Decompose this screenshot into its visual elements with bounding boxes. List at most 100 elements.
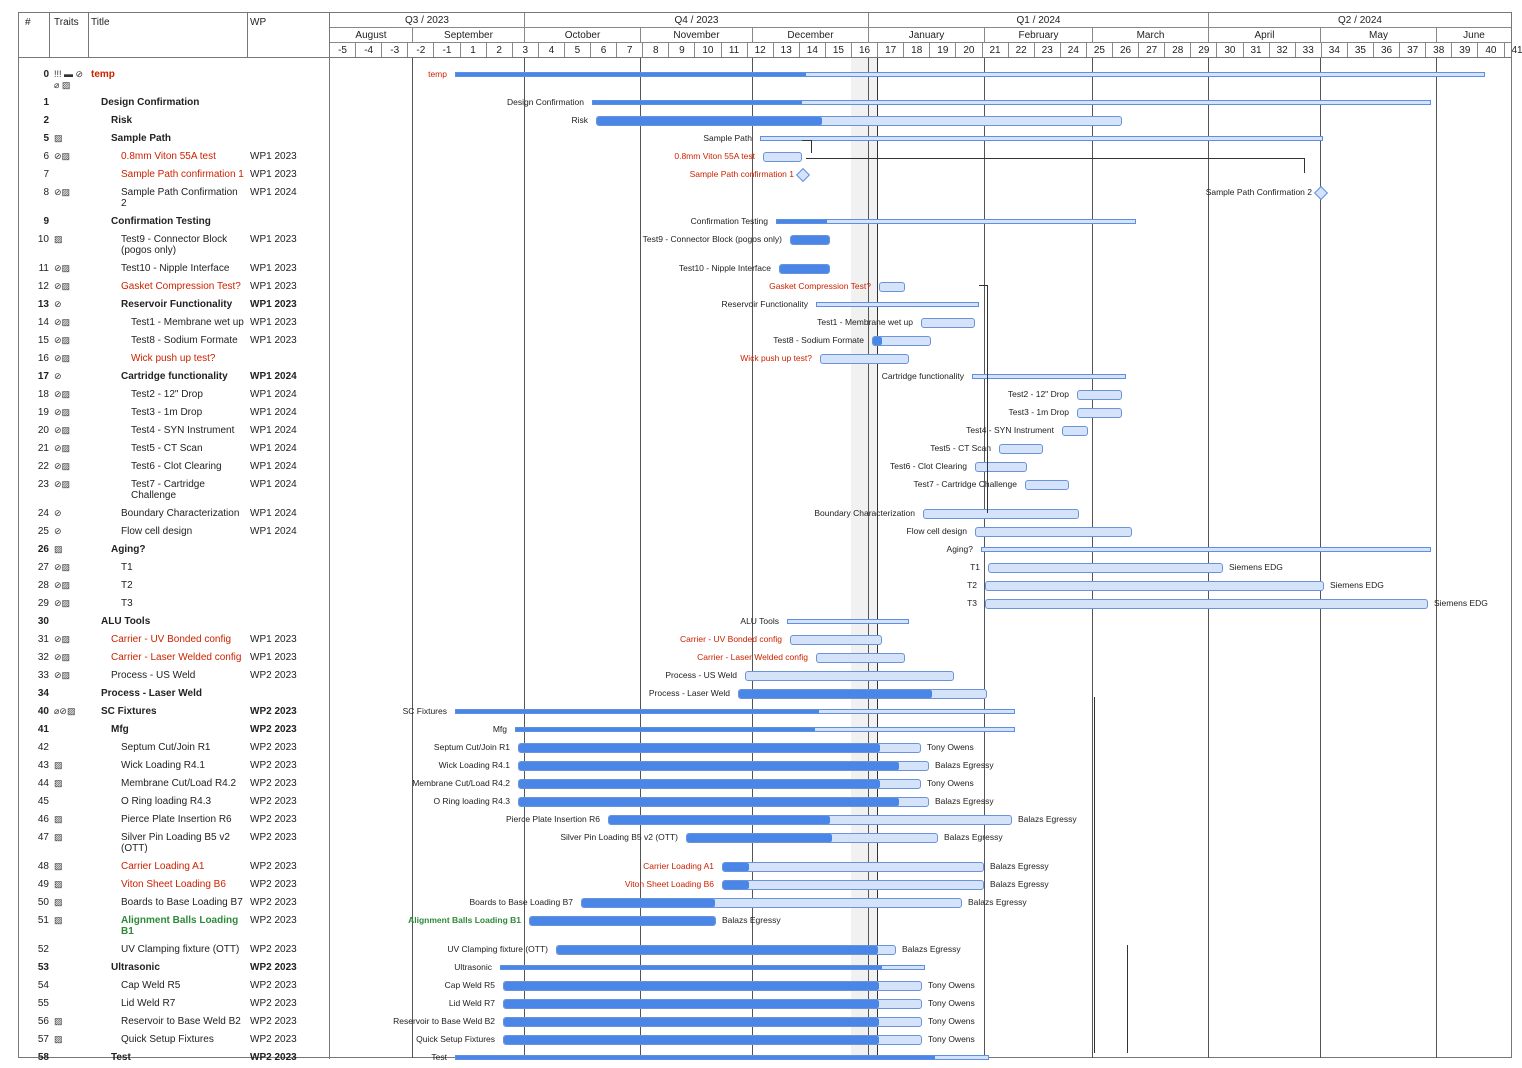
row-title[interactable]: Test7 - Cartridge Challenge xyxy=(131,479,245,501)
gantt-bar[interactable] xyxy=(923,509,1079,519)
gantt-bar[interactable] xyxy=(879,282,905,292)
gantt-bar[interactable] xyxy=(581,898,962,908)
gantt-bar[interactable] xyxy=(738,689,987,699)
gantt-summary-bar[interactable] xyxy=(455,1055,989,1060)
gantt-summary-bar[interactable] xyxy=(787,619,909,624)
row-title[interactable]: Reservoir to Base Weld B2 xyxy=(121,1016,245,1027)
gantt-summary-bar[interactable] xyxy=(455,72,1485,77)
gantt-bar[interactable] xyxy=(988,563,1223,573)
gantt-bar[interactable] xyxy=(1062,426,1088,436)
row-title[interactable]: Lid Weld R7 xyxy=(121,998,245,1009)
gantt-bar[interactable] xyxy=(518,743,921,753)
gantt-bar[interactable] xyxy=(722,862,984,872)
gantt-bar[interactable] xyxy=(975,527,1132,537)
row-title[interactable]: UV Clamping fixture (OTT) xyxy=(121,944,245,955)
column-header-title[interactable]: Title xyxy=(91,17,110,28)
gantt-bar[interactable] xyxy=(745,671,954,681)
row-title[interactable]: Test9 - Connector Block (pogos only) xyxy=(121,234,245,256)
row-title[interactable]: Mfg xyxy=(111,724,245,735)
row-title[interactable]: O Ring loading R4.3 xyxy=(121,796,245,807)
row-title[interactable]: 0.8mm Viton 55A test xyxy=(121,151,245,162)
gantt-bar[interactable] xyxy=(872,336,931,346)
row-title[interactable]: Boards to Base Loading B7 xyxy=(121,897,245,908)
row-title[interactable]: Process - US Weld xyxy=(111,670,245,681)
gantt-summary-bar[interactable] xyxy=(455,709,1015,714)
row-title[interactable]: Cap Weld R5 xyxy=(121,980,245,991)
row-title[interactable]: Aging? xyxy=(111,544,245,555)
gantt-bar[interactable] xyxy=(779,264,830,274)
row-title[interactable]: temp xyxy=(91,69,245,80)
gantt-bar[interactable] xyxy=(503,1035,922,1045)
gantt-summary-bar[interactable] xyxy=(816,302,979,307)
row-title[interactable]: Pierce Plate Insertion R6 xyxy=(121,814,245,825)
row-title[interactable]: Test xyxy=(111,1052,245,1063)
row-title[interactable]: Reservoir Functionality xyxy=(121,299,245,310)
column-header-wp[interactable]: WP xyxy=(250,17,266,28)
gantt-bar[interactable] xyxy=(503,1017,922,1027)
row-title[interactable]: Alignment Balls Loading B1 xyxy=(121,915,245,937)
row-title[interactable]: Test6 - Clot Clearing xyxy=(131,461,245,472)
gantt-summary-bar[interactable] xyxy=(981,547,1431,552)
row-title[interactable]: Design Confirmation xyxy=(101,97,245,108)
gantt-bar[interactable] xyxy=(722,880,984,890)
gantt-bar[interactable] xyxy=(1077,390,1122,400)
row-title[interactable]: Test5 - CT Scan xyxy=(131,443,245,454)
row-title[interactable]: Carrier - UV Bonded config xyxy=(111,634,245,645)
gantt-bar[interactable] xyxy=(518,761,929,771)
row-title[interactable]: Quick Setup Fixtures xyxy=(121,1034,245,1045)
gantt-bar[interactable] xyxy=(820,354,909,364)
row-title[interactable]: Flow cell design xyxy=(121,526,245,537)
gantt-summary-bar[interactable] xyxy=(776,219,1136,224)
gantt-bar[interactable] xyxy=(999,444,1043,454)
row-title[interactable]: Carrier Loading A1 xyxy=(121,861,245,872)
row-title[interactable]: Test8 - Sodium Formate xyxy=(131,335,245,346)
row-title[interactable]: Septum Cut/Join R1 xyxy=(121,742,245,753)
row-title[interactable]: Test3 - 1m Drop xyxy=(131,407,245,418)
gantt-bar[interactable] xyxy=(556,945,896,955)
gantt-bar[interactable] xyxy=(518,797,929,807)
gantt-summary-bar[interactable] xyxy=(515,727,1015,732)
row-title[interactable]: Confirmation Testing xyxy=(111,216,245,227)
gantt-bar[interactable] xyxy=(596,116,1122,126)
row-title[interactable]: Carrier - Laser Welded config xyxy=(111,652,245,663)
column-header-traits[interactable]: Traits xyxy=(54,17,79,28)
gantt-bar[interactable] xyxy=(608,815,1012,825)
row-title[interactable]: Silver Pin Loading B5 v2 (OTT) xyxy=(121,832,245,854)
gantt-bar[interactable] xyxy=(985,599,1428,609)
row-title[interactable]: Boundary Characterization xyxy=(121,508,245,519)
row-title[interactable]: T1 xyxy=(121,562,245,573)
milestone-diamond[interactable] xyxy=(1313,185,1329,201)
gantt-bar[interactable] xyxy=(518,779,921,789)
row-title[interactable]: Membrane Cut/Load R4.2 xyxy=(121,778,245,789)
row-title[interactable]: Cartridge functionality xyxy=(121,371,245,382)
row-title[interactable]: T3 xyxy=(121,598,245,609)
gantt-bar[interactable] xyxy=(975,462,1027,472)
row-title[interactable]: Sample Path xyxy=(111,133,245,144)
milestone-diamond[interactable] xyxy=(795,167,811,183)
row-title[interactable]: Process - Laser Weld xyxy=(101,688,245,699)
row-title[interactable]: Test1 - Membrane wet up xyxy=(131,317,245,328)
row-title[interactable]: Test10 - Nipple Interface xyxy=(121,263,245,274)
gantt-bar[interactable] xyxy=(790,635,882,645)
gantt-bar[interactable] xyxy=(816,653,905,663)
gantt-bar[interactable] xyxy=(503,981,922,991)
row-title[interactable]: Sample Path Confirmation 2 xyxy=(121,187,245,209)
row-title[interactable]: ALU Tools xyxy=(101,616,245,627)
gantt-bar[interactable] xyxy=(529,916,716,926)
row-title[interactable]: T2 xyxy=(121,580,245,591)
gantt-bar[interactable] xyxy=(985,581,1324,591)
gantt-bar[interactable] xyxy=(1025,480,1069,490)
gantt-bar[interactable] xyxy=(1077,408,1122,418)
row-title[interactable]: Sample Path confirmation 1 xyxy=(121,169,245,180)
gantt-bar[interactable] xyxy=(921,318,975,328)
row-title[interactable]: Ultrasonic xyxy=(111,962,245,973)
gantt-bar[interactable] xyxy=(503,999,922,1009)
row-title[interactable]: Wick Loading R4.1 xyxy=(121,760,245,771)
row-title[interactable]: SC Fixtures xyxy=(101,706,245,717)
gantt-summary-bar[interactable] xyxy=(972,374,1126,379)
row-title[interactable]: Gasket Compression Test? xyxy=(121,281,245,292)
gantt-bar[interactable] xyxy=(763,152,802,162)
row-title[interactable]: Test4 - SYN Instrument xyxy=(131,425,245,436)
column-header-num[interactable]: # xyxy=(25,17,31,28)
gantt-summary-bar[interactable] xyxy=(760,136,1323,141)
